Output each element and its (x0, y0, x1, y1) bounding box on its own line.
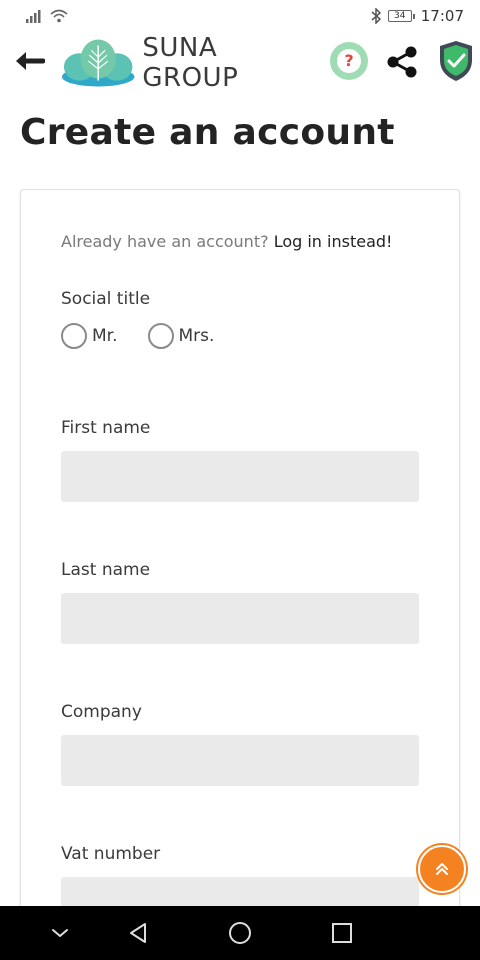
social-title-label: Social title (61, 289, 151, 309)
scroll-to-top-button[interactable] (418, 845, 466, 893)
first-name-label: First name (61, 418, 151, 438)
radio-circle-icon[interactable] (61, 323, 87, 349)
social-title-radio-group: Mr. Mrs. (61, 323, 244, 349)
company-field[interactable] (61, 735, 419, 786)
radio-mrs-label: Mrs. (178, 326, 215, 346)
registration-form-card: Already have an account? Log in instead!… (20, 189, 460, 949)
logo[interactable]: SUNA GROUP (60, 33, 318, 93)
circle-home-icon (229, 922, 251, 944)
radio-mr[interactable]: Mr. (61, 323, 118, 349)
share-button[interactable] (384, 44, 420, 80)
navigation-bar (0, 906, 480, 960)
radio-mrs[interactable]: Mrs. (147, 323, 215, 349)
screen: 34 17:07 SUNA GROUP ? Create an account … (0, 0, 480, 960)
last-name-field[interactable] (61, 593, 419, 644)
first-name-field[interactable] (61, 451, 419, 502)
chevron-down-icon (52, 929, 68, 937)
square-recents-icon (332, 923, 352, 943)
app-header: SUNA GROUP ? (0, 33, 480, 93)
radio-circle-icon[interactable] (147, 323, 174, 349)
vat-number-label: Vat number (61, 844, 161, 864)
battery-icon: 34 (387, 10, 415, 22)
status-right: 34 17:07 (370, 7, 464, 25)
nav-back-button[interactable] (124, 919, 152, 947)
bluetooth-icon (371, 8, 381, 24)
nav-recents-button[interactable] (328, 919, 356, 947)
login-link[interactable]: Log in instead! (274, 232, 393, 251)
help-button[interactable]: ? (330, 42, 368, 80)
wifi-icon (50, 9, 68, 23)
share-icon (387, 46, 417, 78)
last-name-label: Last name (61, 560, 151, 580)
page-title: Create an account (20, 112, 395, 153)
question-icon: ? (337, 49, 361, 73)
nav-collapse-button[interactable] (46, 919, 74, 947)
status-left (26, 9, 68, 23)
logo-text: SUNA GROUP (142, 33, 239, 93)
back-button[interactable] (10, 46, 48, 76)
login-prompt: Already have an account? Log in instead! (61, 232, 392, 251)
company-label: Company (61, 702, 142, 722)
double-chevron-up-icon (436, 863, 448, 875)
status-bar: 34 17:07 (0, 0, 480, 32)
radio-mr-label: Mr. (92, 326, 118, 346)
security-button[interactable] (438, 40, 474, 82)
clock: 17:07 (420, 7, 464, 25)
shield-check-icon (440, 41, 472, 81)
battery-level: 34 (387, 10, 412, 22)
signal-icon (26, 10, 41, 23)
triangle-back-icon (130, 923, 146, 943)
lotus-logo-icon (61, 39, 135, 87)
nav-home-button[interactable] (226, 919, 254, 947)
login-prompt-text: Already have an account? (61, 232, 269, 251)
arrow-left-icon (16, 52, 45, 70)
